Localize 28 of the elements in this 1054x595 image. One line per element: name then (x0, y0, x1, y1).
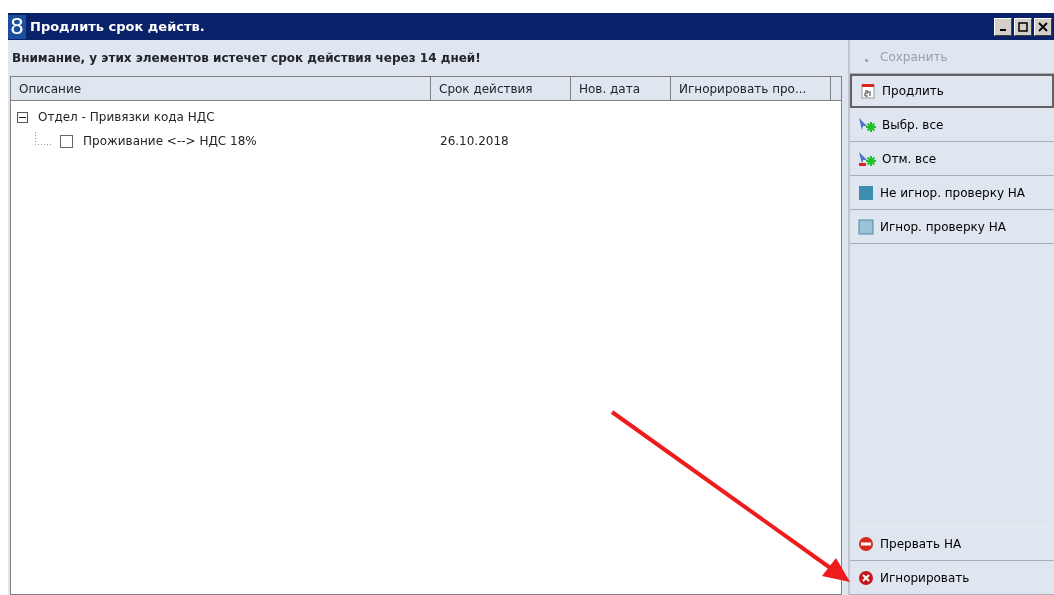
collapse-icon[interactable] (17, 111, 28, 123)
dot-icon (865, 59, 868, 62)
action-button[interactable]: Продлить (850, 74, 1054, 108)
tree-line (35, 131, 52, 145)
window-title: Продлить срок действ. (30, 17, 206, 36)
group-label: Отдел - Привязки кода НДС (38, 109, 215, 126)
column-header[interactable]: Описание (11, 77, 431, 100)
column-header[interactable]: Нов. дата (571, 77, 671, 100)
maximize-button[interactable] (1014, 17, 1032, 36)
calendar-icon (860, 83, 876, 99)
expiry-date: 26.10.2018 (439, 133, 509, 150)
close-icon (1038, 21, 1048, 32)
column-header[interactable]: Игнорировать про... (671, 77, 831, 100)
app-logo-icon: 8 (8, 14, 26, 39)
minimize-button[interactable] (994, 17, 1012, 36)
item-label: Проживание <--> НДС 18% (83, 133, 257, 150)
minimize-icon (1000, 29, 1006, 31)
warning-message: Внимание, у этих элементов истечет срок действия через 14 дней! (12, 50, 481, 67)
checkbox[interactable] (60, 134, 73, 148)
pointer-star-icon (858, 116, 876, 133)
column-header[interactable]: Срок действия (431, 77, 571, 100)
pointer-star-icon (858, 150, 876, 167)
cancel-icon (858, 569, 874, 586)
square-icon (858, 218, 874, 235)
square-icon (858, 184, 874, 201)
stop-sign-icon (858, 535, 874, 552)
close-button[interactable] (1034, 17, 1052, 36)
maximize-icon (1018, 21, 1028, 32)
